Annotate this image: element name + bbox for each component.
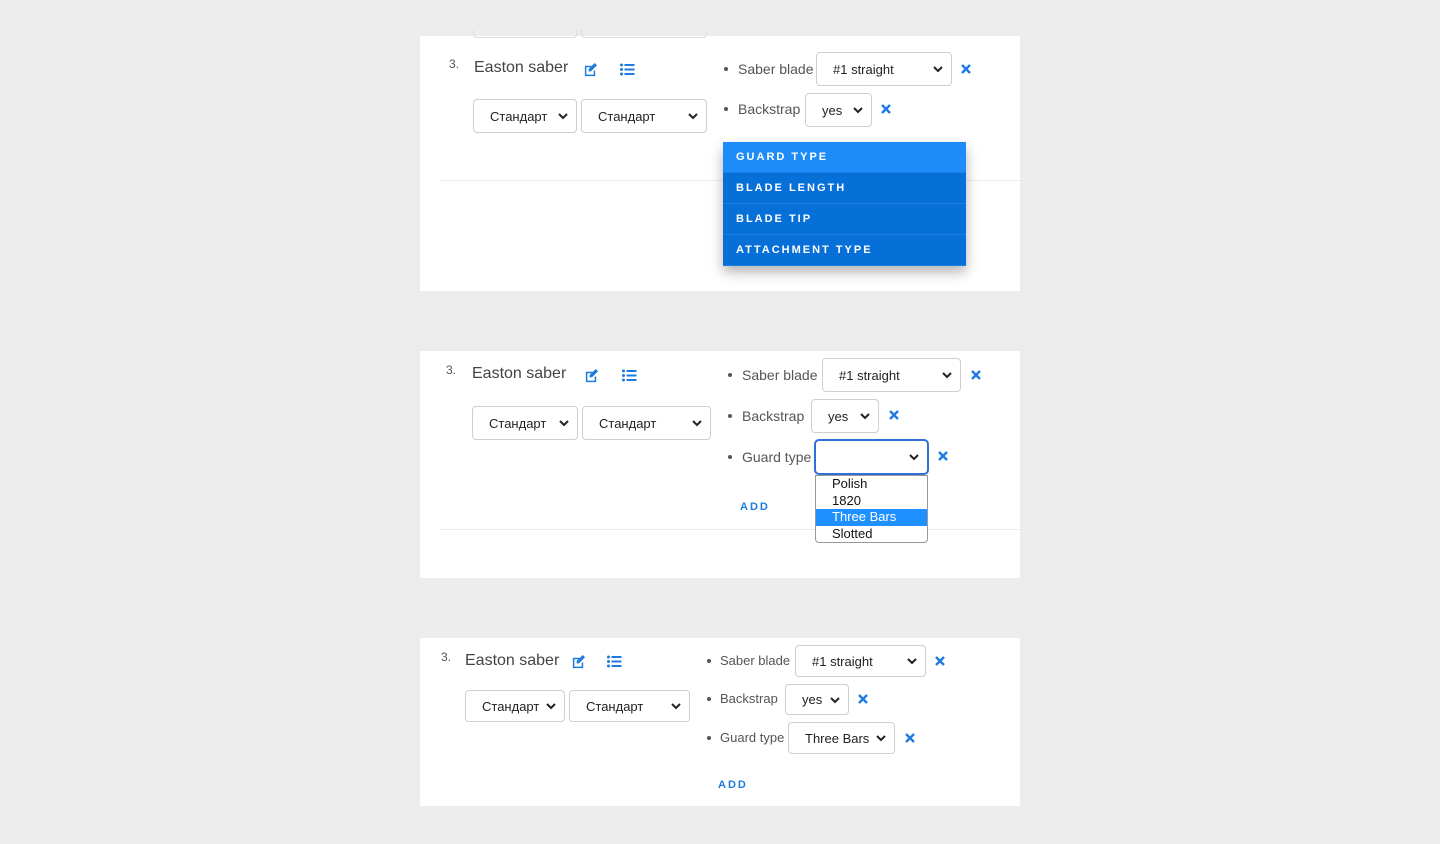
add-attribute-menu: GUARD TYPE BLADE LENGTH BLADE TIP ATTACH…: [723, 142, 966, 266]
select-value: yes: [802, 692, 823, 707]
menu-item-blade-length[interactable]: BLADE LENGTH: [723, 173, 966, 204]
edit-icon[interactable]: [582, 61, 598, 77]
item-number: 3.: [441, 650, 452, 664]
list-bullet: [728, 455, 732, 459]
select-value: yes: [828, 408, 849, 424]
previous-row-edge: [581, 30, 707, 38]
attr-label-backstrap: Backstrap: [742, 408, 805, 424]
backstrap-select[interactable]: yes: [785, 684, 849, 715]
remove-saber-blade-icon[interactable]: [961, 64, 971, 74]
chevron-down-icon: [853, 107, 863, 114]
attr-label-guard-type: Guard type: [742, 449, 812, 465]
variant-select-1[interactable]: Стандарт: [472, 406, 578, 440]
select-value: #1 straight: [839, 367, 900, 383]
attr-label-saber-blade: Saber blade: [742, 367, 818, 383]
item-card-dropdown-state: 3. Easton saber Стандарт Стандарт Saber …: [420, 351, 1020, 578]
select-value: Three Bars: [805, 730, 870, 746]
menu-item-attachment-type[interactable]: ATTACHMENT TYPE: [723, 235, 966, 266]
chevron-down-icon: [688, 113, 698, 120]
add-attribute-button[interactable]: ADD: [740, 501, 770, 513]
backstrap-select[interactable]: yes: [811, 399, 879, 433]
list-bullet: [707, 697, 711, 701]
guard-type-options: Polish 1820 Three Bars Slotted: [815, 475, 928, 543]
chevron-down-icon: [860, 413, 870, 420]
select-value: #1 straight: [833, 61, 894, 77]
divider: [440, 529, 1020, 530]
variant-select-2[interactable]: Стандарт: [582, 406, 711, 440]
select-value: Стандарт: [490, 108, 548, 124]
variant-select-2[interactable]: Стандарт: [569, 690, 690, 722]
attr-label-guard-type: Guard type: [720, 730, 785, 745]
chevron-down-icon: [559, 420, 569, 427]
backstrap-select[interactable]: yes: [805, 93, 872, 127]
chevron-down-icon: [546, 703, 556, 710]
list-icon[interactable]: [619, 61, 635, 77]
remove-backstrap-icon[interactable]: [881, 104, 891, 114]
list-bullet: [724, 107, 728, 111]
option-1820[interactable]: 1820: [816, 493, 927, 510]
item-card-menu-state: 3. Easton saber Стандарт Стандарт Saber …: [420, 30, 1020, 291]
select-value: #1 straight: [812, 653, 873, 669]
item-title: Easton saber: [465, 652, 560, 669]
variant-select-1[interactable]: Стандарт: [465, 690, 565, 722]
saber-blade-select[interactable]: #1 straight: [822, 358, 961, 392]
list-bullet: [728, 373, 732, 377]
item-number: 3.: [446, 363, 457, 377]
select-value: Стандарт: [482, 698, 540, 714]
option-polish[interactable]: Polish: [816, 476, 927, 493]
attr-label-backstrap: Backstrap: [738, 101, 801, 117]
chevron-down-icon: [942, 372, 952, 379]
saber-blade-select[interactable]: #1 straight: [795, 645, 926, 677]
chevron-down-icon: [876, 735, 886, 742]
chevron-down-icon: [933, 66, 943, 73]
remove-saber-blade-icon[interactable]: [971, 370, 981, 380]
chevron-down-icon: [909, 454, 919, 461]
list-bullet: [707, 736, 711, 740]
option-three-bars[interactable]: Three Bars: [816, 509, 927, 526]
variant-select-2[interactable]: Стандарт: [581, 99, 707, 133]
select-value: Стандарт: [489, 415, 547, 431]
list-icon[interactable]: [606, 653, 622, 669]
add-attribute-button[interactable]: ADD: [718, 779, 748, 791]
menu-item-guard-type[interactable]: GUARD TYPE: [723, 142, 966, 173]
list-icon[interactable]: [621, 367, 637, 383]
remove-backstrap-icon[interactable]: [889, 410, 899, 420]
attr-label-saber-blade: Saber blade: [720, 653, 791, 668]
remove-guard-type-icon[interactable]: [938, 451, 948, 461]
item-number: 3.: [449, 57, 460, 71]
select-value: yes: [822, 102, 843, 118]
chevron-down-icon: [692, 420, 702, 427]
menu-item-blade-tip[interactable]: BLADE TIP: [723, 204, 966, 235]
guard-type-select[interactable]: Three Bars: [788, 722, 895, 754]
chevron-down-icon: [907, 658, 917, 665]
remove-saber-blade-icon[interactable]: [935, 656, 945, 666]
list-bullet: [707, 659, 711, 663]
item-title: Easton saber: [474, 59, 569, 76]
select-value: Стандарт: [586, 698, 644, 714]
chevron-down-icon: [558, 113, 568, 120]
list-bullet: [724, 67, 728, 71]
select-value: Стандарт: [598, 108, 656, 124]
item-title: Easton saber: [472, 365, 567, 382]
previous-row-edge: [473, 30, 577, 38]
option-slotted[interactable]: Slotted: [816, 526, 927, 543]
chevron-down-icon: [671, 703, 681, 710]
attr-label-saber-blade: Saber blade: [738, 61, 814, 77]
item-card-final-state: 3. Easton saber Стандарт Стандарт Saber …: [420, 638, 1020, 806]
list-bullet: [728, 414, 732, 418]
edit-icon[interactable]: [583, 367, 599, 383]
remove-backstrap-icon[interactable]: [858, 694, 868, 704]
remove-guard-type-icon[interactable]: [905, 733, 915, 743]
edit-icon[interactable]: [570, 653, 586, 669]
select-value: Стандарт: [599, 415, 657, 431]
variant-select-1[interactable]: Стандарт: [473, 99, 577, 133]
saber-blade-select[interactable]: #1 straight: [816, 52, 952, 86]
attr-label-backstrap: Backstrap: [720, 691, 778, 706]
guard-type-select[interactable]: [815, 440, 928, 474]
chevron-down-icon: [830, 696, 840, 703]
